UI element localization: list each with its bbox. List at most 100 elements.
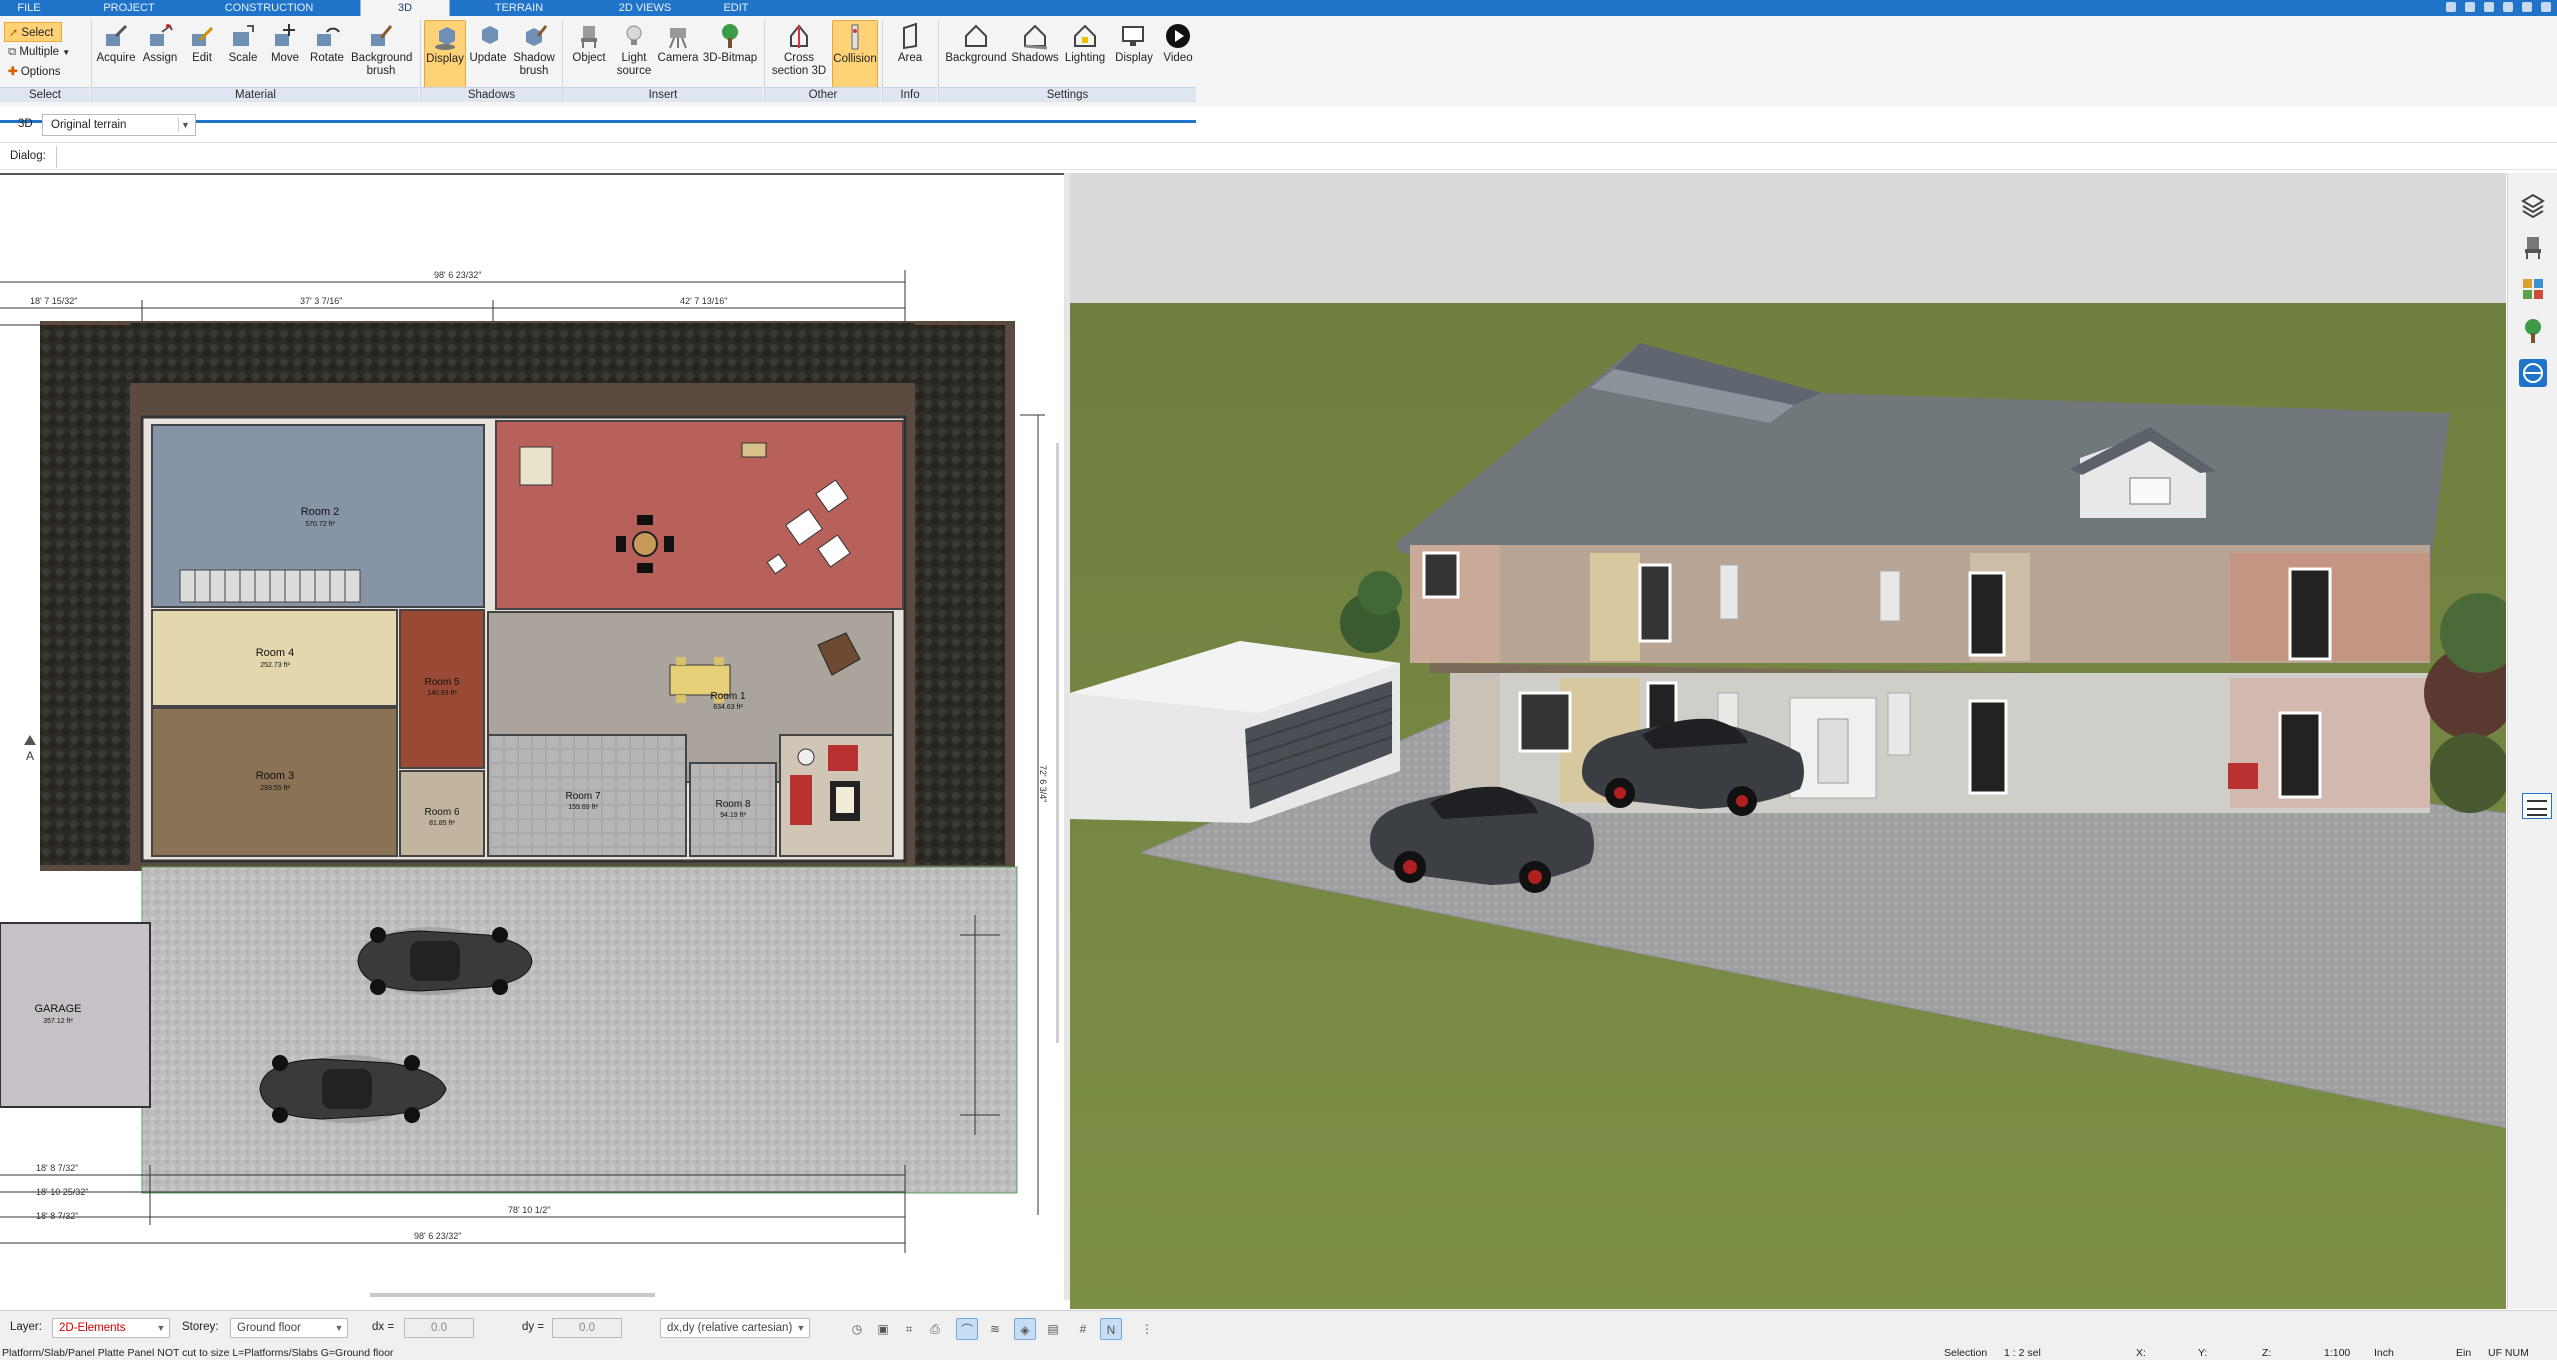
room-8-area: 94.19 ft² (720, 812, 746, 819)
multiple-icon: ⧉ (8, 46, 17, 58)
tab-3d[interactable]: 3D (360, 0, 450, 16)
light-bulb-icon (626, 25, 642, 45)
plants-catalog-icon[interactable] (2519, 317, 2547, 345)
snap-icon[interactable]: ⌗ (898, 1318, 920, 1340)
driveway[interactable] (141, 866, 1018, 1194)
select-button[interactable]: ➚ Select (4, 22, 62, 42)
maximize-icon[interactable] (2522, 2, 2532, 12)
3d-view[interactable] (1070, 173, 2520, 1309)
room-3-area: 293.55 ft² (260, 785, 290, 792)
room-1-area: 634.63 ft² (713, 704, 743, 711)
layer-select[interactable]: 2D-Elements ▼ (52, 1318, 170, 1338)
screen-icon[interactable]: ▣ (872, 1318, 894, 1340)
staircase (179, 569, 361, 603)
tab-2d-views[interactable]: 2D VIEWS (610, 0, 680, 16)
room-2-area: 570.72 ft² (305, 521, 335, 528)
tab-file[interactable]: FILE (6, 0, 52, 16)
materials-catalog-icon[interactable] (2519, 275, 2547, 303)
hatch-icon[interactable]: ▤ (1042, 1318, 1064, 1340)
camera-label: Camera (657, 52, 699, 64)
background-label: Background (945, 52, 1007, 64)
garage-area: 357.12 ft² (43, 1018, 73, 1025)
garage[interactable] (0, 922, 151, 1108)
selection-value: 1 : 2 sel (2004, 1347, 2041, 1359)
storey-select[interactable]: Ground floor ▼ (230, 1318, 348, 1338)
dim-left-b1: 18' 8 7/32" (36, 1163, 78, 1173)
room-5[interactable] (399, 609, 485, 769)
terrain-select[interactable]: Original terrain ▼ (42, 114, 196, 136)
room-3[interactable] (151, 707, 398, 857)
close-icon[interactable] (2541, 2, 2551, 12)
print-icon[interactable]: ⎙ (924, 1318, 946, 1340)
window-controls (2446, 2, 2551, 14)
room-6-area: 81.85 ft² (429, 820, 455, 827)
grid-icon[interactable]: # (1072, 1318, 1094, 1340)
group-label-shadows: Shadows (421, 87, 562, 102)
rotate-label: Rotate (310, 52, 344, 64)
ribbon: ➚ Select ⧉ Multiple ▼ ✚ Options Select A… (0, 16, 2557, 123)
dim-left-b3: 18' 8 7/32" (36, 1211, 78, 1221)
dy-input[interactable]: 0.0 (552, 1318, 622, 1338)
options-button[interactable]: ✚ Options (4, 62, 94, 82)
object-label: Object (572, 52, 606, 64)
room-5-name: Room 5 (424, 677, 459, 688)
terrace[interactable] (495, 420, 904, 610)
floor-plan-view[interactable]: 98' 6 23/32" 18' 7 15/32" 37' 3 7/16" 42… (0, 173, 1064, 1300)
minimize-icon[interactable] (2503, 2, 2513, 12)
tab-project[interactable]: PROJECT (96, 0, 162, 16)
3d-scene[interactable] (1070, 173, 2520, 1309)
terrain-select-value: Original terrain (51, 119, 127, 131)
terrain-row-label: 3D (18, 118, 33, 130)
pin-icon[interactable] (2484, 2, 2494, 12)
area-label: Area (897, 52, 923, 64)
ortho-icon[interactable]: ≋ (984, 1318, 1006, 1340)
floor-plan-canvas[interactable]: 98' 6 23/32" 18' 7 15/32" 37' 3 7/16" 42… (0, 175, 1064, 1302)
background-brush-label: Background brush (351, 52, 413, 77)
brush-icon (371, 25, 393, 46)
garage-name: GARAGE (34, 1003, 81, 1015)
chair-catalog-icon[interactable] (2519, 233, 2547, 261)
group-label-insert: Insert (563, 87, 763, 102)
shadow-brush-icon (526, 25, 548, 46)
status-bar-tools: Layer: 2D-Elements ▼ Storey: Ground floo… (0, 1310, 2557, 1346)
section-marker[interactable]: A (24, 735, 36, 763)
house-lighting-icon (1074, 24, 1096, 47)
acquire-label: Acquire (96, 52, 136, 64)
cube-refresh-icon (482, 26, 498, 44)
multiple-dropdown[interactable]: ⧉ Multiple ▼ (4, 42, 94, 62)
select-mode-group: ➚ Select ⧉ Multiple ▼ ✚ Options (4, 22, 94, 82)
dialog-label: Dialog: (10, 150, 46, 162)
more-options-icon[interactable]: ⋮ (1136, 1318, 1158, 1340)
restore-small-icon[interactable] (2465, 2, 2475, 12)
plan-horizontal-scrollbar[interactable] (370, 1293, 655, 1297)
y-coordinate-label: Y: (2198, 1347, 2208, 1359)
dx-input[interactable]: 0.0 (404, 1318, 474, 1338)
clock-icon[interactable]: ◷ (846, 1318, 868, 1340)
chevron-down-icon: ▼ (178, 118, 192, 132)
chevron-down-icon: ▼ (796, 1323, 806, 1333)
cross-section-3d-label: Cross section 3D (771, 52, 827, 77)
chevron-down-icon: ▼ (334, 1323, 344, 1333)
coordinate-mode-select[interactable]: dx,dy (relative cartesian) ▼ (660, 1318, 810, 1338)
status-bar-info: Platform/Slab/Panel Platte Panel NOT cut… (0, 1346, 2557, 1360)
sky (1070, 173, 2506, 303)
tab-terrain[interactable]: TERRAIN (484, 0, 554, 16)
layers-icon[interactable] (2519, 191, 2547, 219)
view-switch-icon[interactable] (2519, 359, 2547, 387)
layers-toggle-icon[interactable]: ◈ (1014, 1318, 1036, 1340)
plan-vertical-scrollbar[interactable] (1056, 443, 1059, 1043)
display-label: Display (1115, 52, 1153, 64)
tab-edit[interactable]: EDIT (716, 0, 756, 16)
dim-right-vertical: 72' 6 3/4" (1038, 765, 1048, 802)
car-top-view-2 (259, 1055, 447, 1123)
snap-angle-icon[interactable]: ⌒ (956, 1318, 978, 1340)
north-icon[interactable]: N (1100, 1318, 1122, 1340)
hedge-top (130, 323, 915, 383)
plus-icon: ✚ (8, 66, 18, 78)
collision-icon (851, 24, 859, 50)
room-6-name: Room 6 (424, 807, 459, 818)
area-icon (903, 22, 917, 50)
collapse-panel-handle[interactable] (2522, 793, 2552, 819)
help-icon[interactable] (2446, 2, 2456, 12)
tab-construction[interactable]: CONSTRUCTION (220, 0, 318, 16)
